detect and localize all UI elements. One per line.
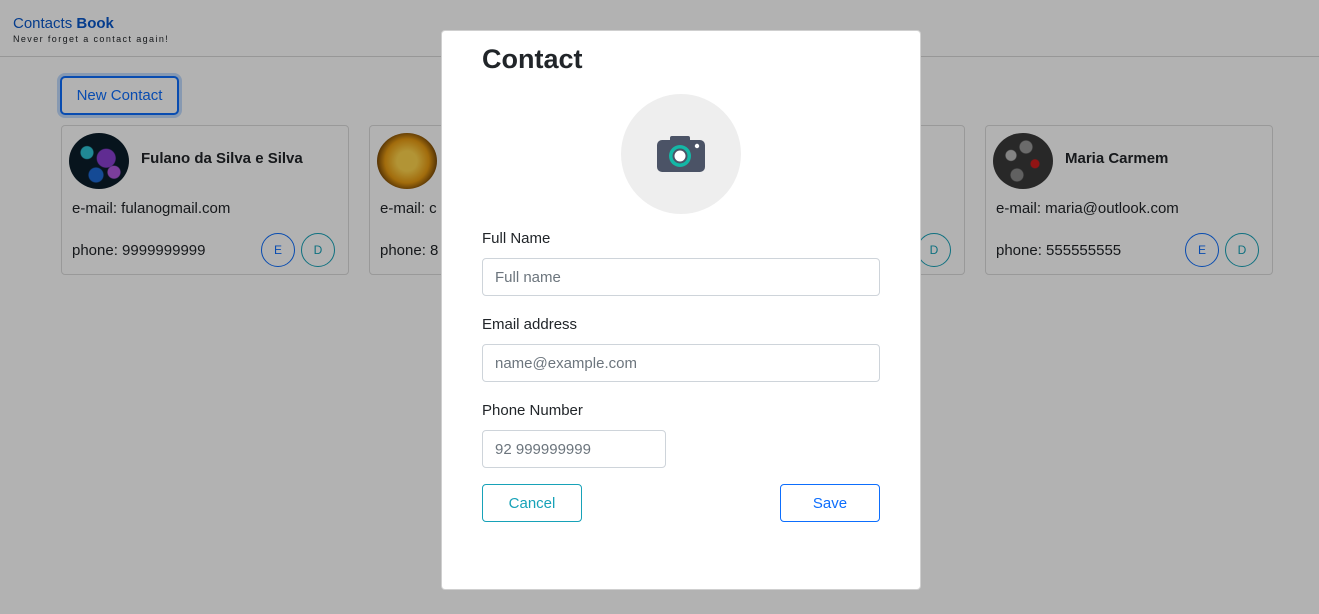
- camera-icon: [657, 136, 705, 172]
- save-button[interactable]: Save: [780, 484, 880, 522]
- photo-upload[interactable]: [621, 94, 741, 214]
- contact-modal: Contact Full Name Email address Phone Nu…: [441, 30, 921, 590]
- phone-input[interactable]: [482, 430, 666, 468]
- modal-title: Contact: [482, 44, 583, 74]
- fullname-label: Full Name: [482, 230, 551, 247]
- cancel-button[interactable]: Cancel: [482, 484, 582, 522]
- email-input[interactable]: [482, 344, 880, 382]
- email-label: Email address: [482, 316, 578, 333]
- phone-label: Phone Number: [482, 402, 583, 419]
- fullname-input[interactable]: [482, 258, 880, 296]
